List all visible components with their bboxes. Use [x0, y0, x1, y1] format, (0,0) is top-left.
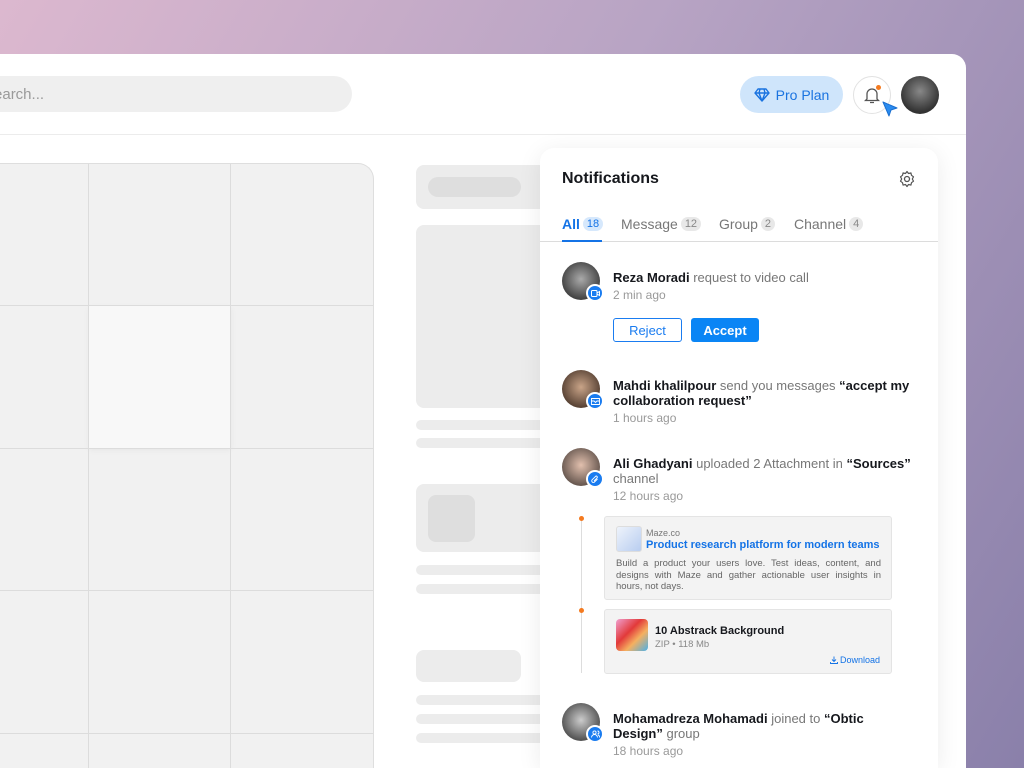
pro-plan-label: Pro Plan [776, 87, 830, 103]
link-thumbnail [616, 526, 642, 552]
sender-name: Mohamadreza Mohamadi [613, 711, 768, 726]
tab-group[interactable]: Group2 [719, 216, 775, 232]
reject-button[interactable]: Reject [613, 318, 682, 342]
file-attachment-card[interactable]: 10 Abstrack Background ZIP • 118 Mb Down… [604, 609, 892, 674]
link-site: Maze.co [646, 528, 680, 538]
search-input[interactable] [0, 76, 352, 112]
unread-dot [876, 85, 881, 90]
diamond-icon [754, 88, 770, 102]
download-label: Download [840, 655, 880, 665]
tab-channel[interactable]: Channel4 [794, 216, 863, 232]
channel-name: “Sources” [846, 456, 910, 471]
grid-line [0, 305, 373, 306]
grid-line [230, 164, 231, 768]
notifications-panel: Notifications All18 Message12 Group2 Cha… [540, 148, 938, 768]
timestamp: 12 hours ago [613, 489, 913, 504]
video-call-icon [586, 284, 604, 302]
tab-count: 4 [849, 217, 863, 231]
timestamp: 1 hours ago [613, 411, 913, 426]
accept-button[interactable]: Accept [691, 318, 759, 342]
tab-label: Group [719, 216, 758, 232]
content-grid [0, 163, 374, 768]
group-icon [586, 725, 604, 743]
message-icon [586, 392, 604, 410]
tab-message[interactable]: Message12 [621, 216, 701, 232]
gear-icon[interactable] [898, 170, 916, 188]
download-icon [830, 656, 838, 664]
action-text: request to video call [693, 270, 809, 285]
file-meta: ZIP • 118 Mb [655, 639, 709, 650]
action-text: joined to [771, 711, 820, 726]
tab-all[interactable]: All18 [562, 216, 603, 232]
timeline-line [581, 518, 582, 673]
tab-count: 18 [583, 217, 603, 231]
user-avatar[interactable] [901, 76, 939, 114]
grid-line [0, 733, 373, 734]
action-suffix: channel [613, 471, 659, 486]
pro-plan-button[interactable]: Pro Plan [740, 76, 843, 113]
cursor-icon [881, 100, 899, 118]
grid-cell-highlighted [89, 306, 231, 448]
timestamp: 18 hours ago [613, 744, 913, 759]
panel-title: Notifications [562, 170, 659, 188]
tab-count: 2 [761, 217, 775, 231]
attachment-icon [586, 470, 604, 488]
timeline-dot [579, 608, 584, 613]
link-preview-card[interactable]: Maze.co Product research platform for mo… [604, 516, 892, 600]
notification-tabs: All18 Message12 Group2 Channel4 [540, 210, 938, 242]
file-name: 10 Abstrack Background [655, 625, 784, 637]
sender-name: Ali Ghadyani [613, 456, 692, 471]
top-bar: Pro Plan [0, 54, 966, 135]
file-thumbnail [616, 619, 648, 651]
tab-label: All [562, 216, 580, 232]
active-tab-indicator [562, 240, 602, 242]
action-text: uploaded 2 Attachment in [696, 456, 843, 471]
action-text: send you messages [720, 378, 836, 393]
grid-line [0, 448, 373, 449]
tab-label: Channel [794, 216, 846, 232]
action-suffix: group [666, 726, 699, 741]
download-link[interactable]: Download [830, 655, 880, 665]
link-description: Build a product your users love. Test id… [616, 558, 881, 593]
tab-count: 12 [681, 217, 701, 231]
timeline-dot [579, 516, 584, 521]
sender-name: Reza Moradi [613, 270, 690, 285]
sender-name: Mahdi khalilpour [613, 378, 716, 393]
timestamp: 2 min ago [613, 288, 913, 303]
grid-line [88, 164, 89, 768]
tab-label: Message [621, 216, 678, 232]
grid-line [0, 590, 373, 591]
link-title[interactable]: Product research platform for modern tea… [646, 539, 880, 551]
